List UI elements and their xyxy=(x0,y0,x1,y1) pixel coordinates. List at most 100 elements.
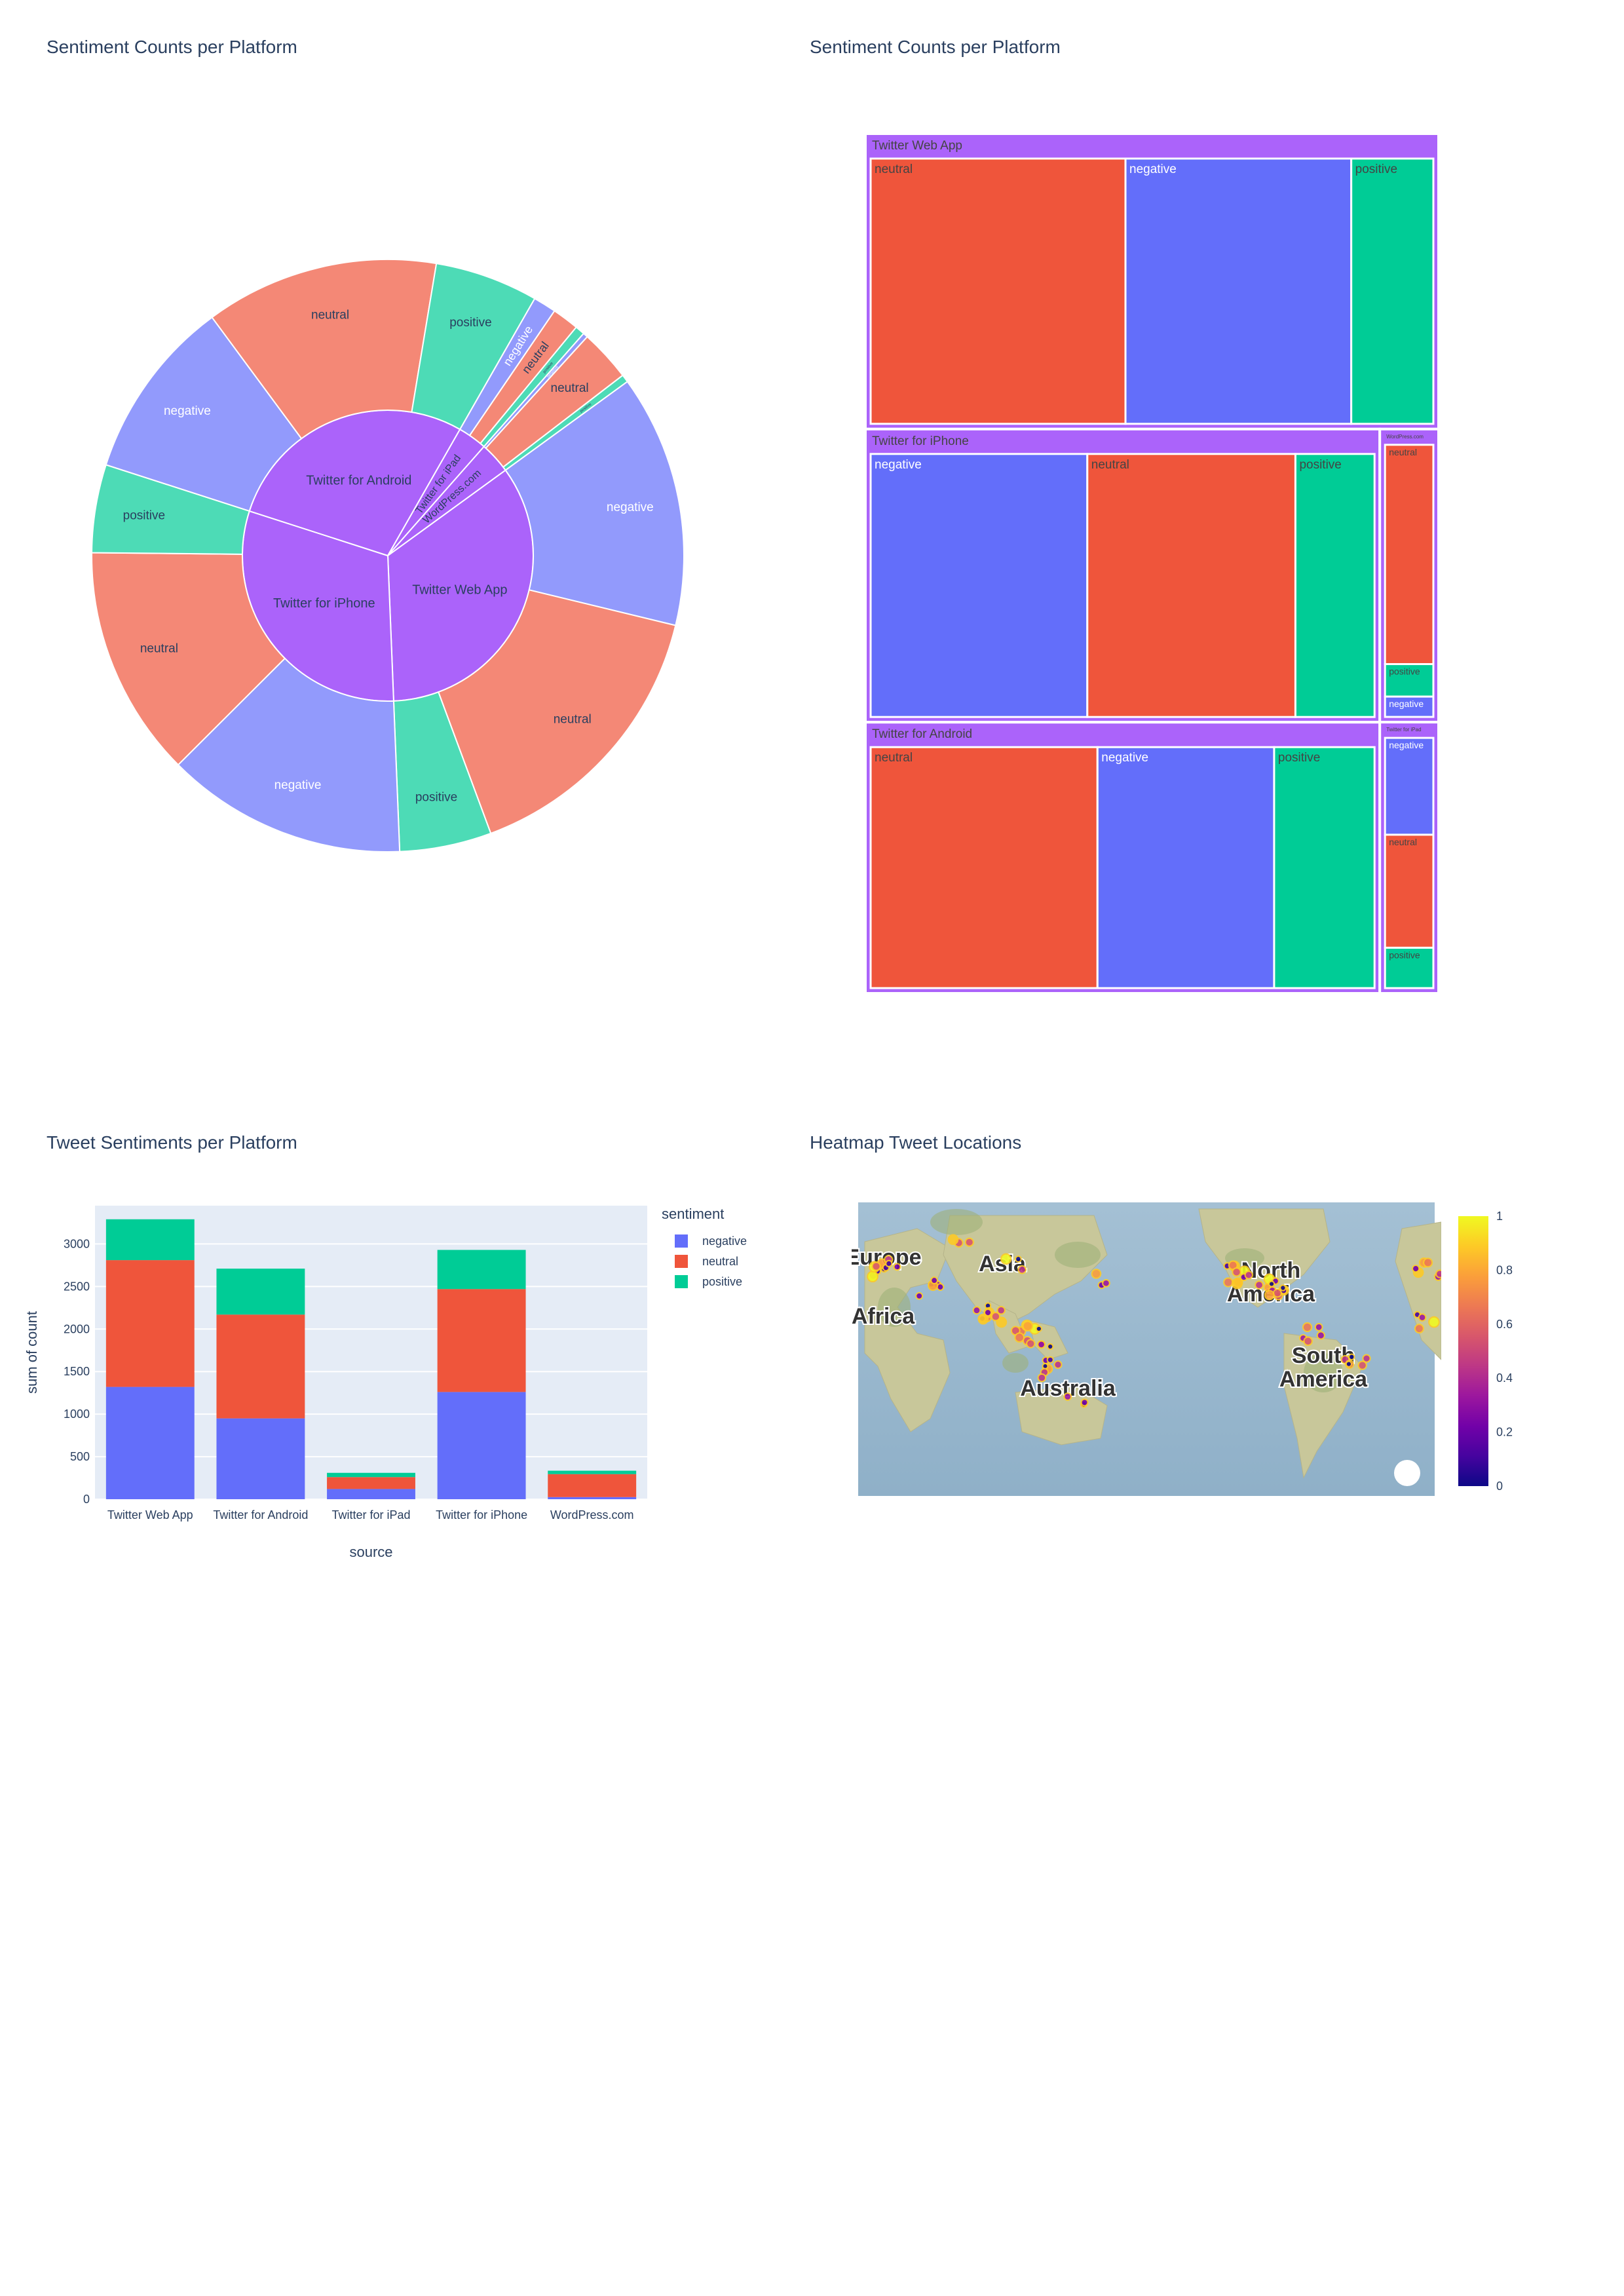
treemap-parent-label: Twitter for iPad xyxy=(1386,727,1421,733)
bar-xtick-label: Twitter Web App xyxy=(107,1508,193,1521)
sunburst-slice-label: positive xyxy=(415,791,457,805)
map-heat-point xyxy=(893,1263,901,1271)
treemap-cell-label: positive xyxy=(1299,458,1341,472)
treemap-cell-label: negative xyxy=(1101,751,1148,765)
map-heat-point xyxy=(1000,1253,1012,1265)
map-region-label: Africa xyxy=(852,1304,915,1329)
treemap-cell xyxy=(869,453,1089,718)
bar-segment-neutral xyxy=(437,1289,526,1392)
map-vegetation xyxy=(930,1209,983,1235)
map-heat-point xyxy=(1014,1332,1025,1343)
treemap-parent-2: Twitter for Android neutral negative positi… xyxy=(864,721,1382,995)
map-heat-point xyxy=(871,1261,881,1271)
bar-legend-title: sentiment xyxy=(662,1206,724,1222)
bar-legend-item: neutral xyxy=(702,1255,738,1268)
bar-ytick-label: 2500 xyxy=(64,1280,90,1293)
map-heat-point xyxy=(1435,1269,1441,1278)
map-heat-point xyxy=(1022,1320,1033,1331)
map-heat-point xyxy=(1264,1290,1275,1301)
treemap-cell xyxy=(1384,833,1435,949)
colorbar-tick-label: 0.8 xyxy=(1496,1263,1513,1276)
bar-xtick-label: Twitter for Android xyxy=(213,1508,308,1521)
bar-legend-swatch xyxy=(675,1275,688,1288)
bar-title: Tweet Sentiments per Platform xyxy=(47,1132,297,1153)
map-heat-point xyxy=(977,1313,989,1325)
map-heat-point xyxy=(1091,1269,1102,1279)
treemap-cell-label: neutral xyxy=(875,751,913,765)
bar-segment-positive xyxy=(548,1470,637,1474)
treemap-cell-label: negative xyxy=(1129,163,1177,176)
map-heat-point xyxy=(1080,1398,1089,1407)
treemap-cell-label: neutral xyxy=(875,163,913,176)
map-heat-point xyxy=(1423,1257,1433,1268)
treemap-cell xyxy=(869,746,1099,989)
map-heat-point xyxy=(947,1234,959,1246)
sunburst-parent-label: Twitter Web App xyxy=(412,583,507,598)
treemap-cell-label: negative xyxy=(1389,740,1424,750)
treemap-parent-label: WordPress.com xyxy=(1386,434,1424,440)
bar-segment-positive xyxy=(216,1269,305,1315)
treemap-cell xyxy=(1124,157,1353,425)
map-heat-point xyxy=(1418,1313,1427,1322)
map-heat-point xyxy=(1314,1322,1323,1331)
map-heat-point xyxy=(1015,1255,1022,1263)
bar-ytick-label: 1500 xyxy=(64,1365,90,1378)
map-heat-point xyxy=(1412,1264,1420,1273)
sunburst-slice-label: neutral xyxy=(311,308,349,322)
geo-heatmap: EuropeAsiaAfricaNorthAmericaSouthAmerica… xyxy=(852,1202,1441,1496)
map-heat-point xyxy=(1231,1278,1243,1290)
treemap-cell-label: positive xyxy=(1355,163,1397,176)
treemap-cell xyxy=(1273,746,1376,989)
bar-ytick-label: 3000 xyxy=(64,1237,90,1250)
sunburst-slice-label: negative xyxy=(607,501,654,514)
colorbar-tick-label: 1 xyxy=(1496,1210,1503,1223)
bar-ytick-label: 2000 xyxy=(64,1322,90,1335)
map-heat-point xyxy=(1244,1271,1253,1280)
treemap-parent-4: Twitter for iPad negative neutral positive xyxy=(1378,721,1441,995)
map-control-button[interactable] xyxy=(1394,1460,1420,1486)
treemap-cell xyxy=(1384,444,1435,666)
treemap-cell xyxy=(1350,157,1435,425)
bar-chart: 0 500 1000 1500 2000 2500 3000 Twitter Web App T… xyxy=(24,1206,747,1560)
bar-legend-swatch xyxy=(675,1255,688,1268)
bar-ytick-label: 1000 xyxy=(64,1407,90,1421)
map-heat-point xyxy=(991,1311,1001,1322)
map-heat-point xyxy=(1026,1339,1036,1349)
treemap-cell-label: neutral xyxy=(1091,458,1129,472)
map-heat-point xyxy=(1302,1322,1313,1333)
map-heat-point xyxy=(1017,1265,1027,1274)
map-heat-point xyxy=(1046,1356,1054,1364)
bar-segment-neutral xyxy=(327,1477,415,1489)
bar-segment-negative xyxy=(437,1392,526,1499)
colorbar: 0 0.2 0.4 0.6 0.8 1 xyxy=(1458,1210,1513,1493)
map-heat-point xyxy=(885,1259,893,1268)
bar-xtick-label: Twitter for iPad xyxy=(331,1508,410,1521)
bar-segment-negative xyxy=(105,1387,195,1499)
colorbar-tick-label: 0.2 xyxy=(1496,1426,1513,1439)
bar-ytick-label: 0 xyxy=(83,1493,90,1506)
map-heat-point xyxy=(1414,1324,1424,1334)
bar-legend-item: positive xyxy=(702,1275,742,1288)
treemap-parent-3: WordPress.com neutral positive negative xyxy=(1378,427,1441,724)
treemap-parent-1: Twitter for iPhone negative neutral positiv… xyxy=(864,427,1382,724)
bar-legend-item: negative xyxy=(702,1234,747,1248)
map-heat-point xyxy=(1279,1284,1287,1292)
bar-segment-negative xyxy=(327,1489,415,1499)
treemap-chart: Twitter Web Appneutral negative positiveTw… xyxy=(864,132,1441,995)
map-heat-point xyxy=(1255,1280,1264,1290)
sunburst-slice-label: neutral xyxy=(140,641,178,655)
bar-legend-swatch xyxy=(675,1234,688,1248)
map-heat-point xyxy=(1232,1267,1241,1277)
map-heat-point xyxy=(1037,1373,1047,1383)
map-region-label: South America xyxy=(1279,1343,1368,1392)
map-heat-point xyxy=(1303,1336,1313,1347)
map-heat-point xyxy=(1035,1325,1042,1333)
treemap-cell xyxy=(1294,453,1376,718)
treemap-parent-label: Twitter for iPhone xyxy=(872,434,969,448)
bar-xaxis-label: source xyxy=(349,1544,392,1560)
treemap-cell xyxy=(1086,453,1296,718)
bar-segment-positive xyxy=(327,1472,415,1478)
map-heat-point xyxy=(1063,1392,1072,1401)
map-heat-point xyxy=(1037,1340,1046,1349)
sunburst-slice-label: negative xyxy=(164,404,211,418)
